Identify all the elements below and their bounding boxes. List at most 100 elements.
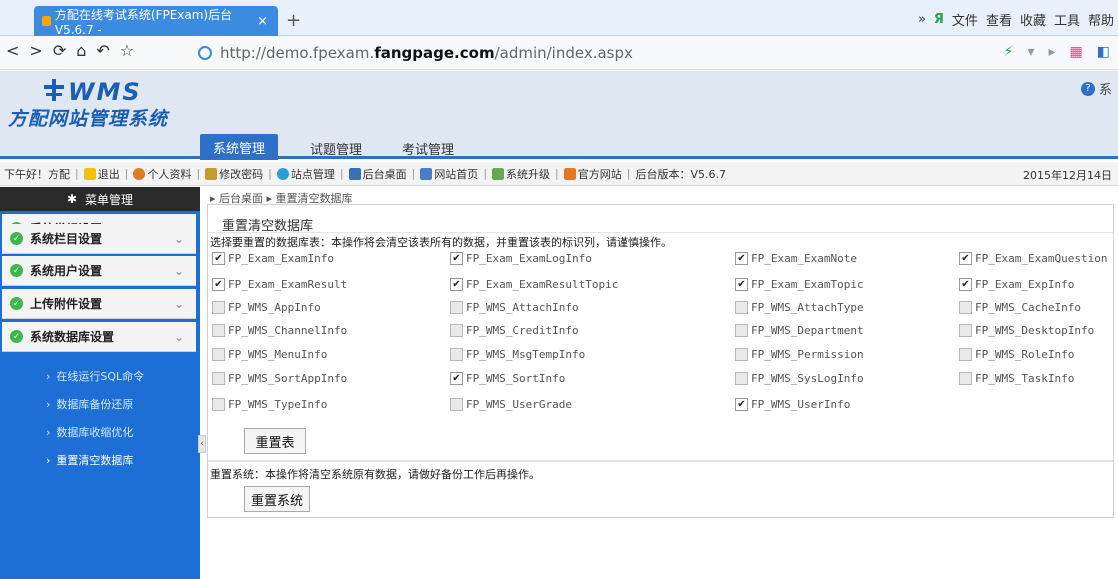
url-field[interactable]: http://demo.fpexam. fangpage.com/admin/in…	[198, 40, 978, 66]
tab-close-icon[interactable]: ×	[257, 14, 268, 29]
table-checkbox-item[interactable]: ✔ FP_Exam_ExamResultTopic	[450, 278, 618, 291]
checkbox[interactable]	[959, 372, 972, 385]
sidebar-section-users[interactable]: ✓ 系统用户设置 ⌄	[2, 256, 196, 286]
menu-tools[interactable]: 工具	[1054, 10, 1080, 29]
table-checkbox-item[interactable]: FP_WMS_DesktopInfo	[959, 324, 1094, 337]
reload-icon[interactable]: ⟳	[53, 41, 66, 60]
menu-help[interactable]: 帮助	[1088, 10, 1114, 29]
checkbox[interactable]	[450, 301, 463, 314]
table-checkbox-item[interactable]: FP_WMS_SortAppInfo	[212, 372, 347, 385]
table-checkbox-item[interactable]: ✔ FP_Exam_ExamTopic	[735, 278, 864, 291]
checkbox[interactable]	[735, 301, 748, 314]
table-checkbox-item[interactable]: ✔ FP_Exam_ExamLogInfo	[450, 252, 592, 265]
table-checkbox-item[interactable]: FP_WMS_CreditInfo	[450, 324, 579, 337]
sidebar-item-reset-db[interactable]: › 重置清空数据库	[46, 452, 133, 468]
tab-question-management[interactable]: 试题管理	[296, 136, 376, 160]
checkbox[interactable]	[959, 348, 972, 361]
new-tab-button[interactable]: +	[286, 10, 301, 31]
table-checkbox-item[interactable]: FP_WMS_Permission	[735, 348, 864, 361]
checkbox[interactable]	[212, 301, 225, 314]
checkbox[interactable]: ✔	[959, 252, 972, 265]
sidebar-item-shrink[interactable]: › 数据库收缩优化	[46, 424, 133, 440]
forward-icon[interactable]: >	[29, 41, 42, 60]
menu-view[interactable]: 查看	[986, 10, 1012, 29]
tab-system-management[interactable]: 系统管理	[200, 134, 278, 160]
checkbox[interactable]: ✔	[450, 278, 463, 291]
checkbox[interactable]: ✔	[450, 372, 463, 385]
table-checkbox-item[interactable]: ✔ FP_Exam_ExpInfo	[959, 278, 1074, 291]
checkbox[interactable]	[735, 324, 748, 337]
table-checkbox-item[interactable]: ✔ FP_WMS_UserInfo	[735, 398, 850, 411]
table-checkbox-item[interactable]: ✔ FP_WMS_SortInfo	[450, 372, 565, 385]
table-checkbox-item[interactable]: FP_WMS_TypeInfo	[212, 398, 327, 411]
checkbox[interactable]: ✔	[735, 252, 748, 265]
site-home-link[interactable]: 网站首页	[420, 166, 478, 182]
sidebar-section-database[interactable]: ✓ 系统数据库设置 ⌄	[2, 322, 196, 352]
menu-file[interactable]: 文件	[952, 10, 978, 29]
dropdown-icon[interactable]: ▾	[1027, 44, 1034, 60]
back-icon[interactable]: <	[6, 41, 19, 60]
sidebar-item-backup-restore[interactable]: › 数据库备份还原	[46, 396, 133, 412]
checkbox[interactable]	[212, 324, 225, 337]
home-icon[interactable]: ⌂	[76, 41, 86, 60]
table-checkbox-item[interactable]: ✔ FP_Exam_ExamResult	[212, 278, 347, 291]
undo-icon[interactable]: ↶	[96, 41, 109, 60]
menu-favorites[interactable]: 收藏	[1020, 10, 1046, 29]
profile-link[interactable]: 个人资料	[133, 166, 191, 182]
tab-exam-management[interactable]: 考试管理	[388, 136, 468, 160]
table-checkbox-item[interactable]: FP_WMS_AppInfo	[212, 301, 321, 314]
logout-link[interactable]: 退出	[83, 166, 120, 182]
checkbox[interactable]	[450, 324, 463, 337]
help-link[interactable]: ? 系	[1080, 79, 1112, 98]
official-site-link[interactable]: 官方网站	[563, 166, 622, 182]
checkbox[interactable]	[735, 348, 748, 361]
site-management-link[interactable]: 站点管理	[276, 166, 335, 182]
checkbox[interactable]: ✔	[735, 398, 748, 411]
table-checkbox-item[interactable]: FP_WMS_RoleInfo	[959, 348, 1074, 361]
lightning-icon[interactable]: ⚡	[1004, 44, 1014, 60]
sidebar-item-label: 数据库备份还原	[56, 398, 134, 411]
table-checkbox-item[interactable]: FP_WMS_SysLogInfo	[735, 372, 864, 385]
table-checkbox-item[interactable]: ✔ FP_Exam_ExamQuestion	[959, 252, 1107, 265]
checkbox[interactable]	[212, 398, 225, 411]
checkbox[interactable]: ✔	[212, 278, 225, 291]
play-icon[interactable]: ▸	[1049, 44, 1056, 60]
checkbox[interactable]	[959, 324, 972, 337]
checkbox[interactable]: ✔	[450, 252, 463, 265]
user-icon[interactable]: Я	[934, 12, 944, 27]
checkbox[interactable]	[450, 348, 463, 361]
system-upgrade-link[interactable]: 系统升级	[492, 166, 550, 182]
star-icon[interactable]: ☆	[120, 41, 134, 60]
reset-system-button[interactable]: 重置系统	[244, 486, 310, 512]
checkbox[interactable]	[212, 372, 225, 385]
extension-icon[interactable]: ◧	[1097, 44, 1110, 60]
sidebar-section-channel[interactable]: ✓ 系统栏目设置 ⌄	[2, 224, 196, 254]
table-checkbox-item[interactable]: FP_WMS_MsgTempInfo	[450, 348, 585, 361]
table-checkbox-item[interactable]: FP_WMS_Department	[735, 324, 864, 337]
checkbox[interactable]: ✔	[735, 278, 748, 291]
browser-tab[interactable]: 方配在线考试系统(FPExam)后台 V5.6.7 - ×	[34, 6, 278, 37]
table-checkbox-item[interactable]: ✔ FP_Exam_ExamNote	[735, 252, 857, 265]
table-checkbox-item[interactable]: FP_WMS_ChannelInfo	[212, 324, 347, 337]
table-checkbox-item[interactable]: FP_WMS_UserGrade	[450, 398, 572, 411]
table-checkbox-item[interactable]: ✔ FP_Exam_ExamInfo	[212, 252, 334, 265]
table-checkbox-item[interactable]: FP_WMS_TaskInfo	[959, 372, 1074, 385]
checkbox[interactable]: ✔	[212, 252, 225, 265]
table-checkbox-item[interactable]: FP_WMS_AttachInfo	[450, 301, 579, 314]
sidebar-section-attachments[interactable]: ✓ 上传附件设置 ⌄	[2, 289, 196, 319]
table-checkbox-item[interactable]: FP_WMS_CacheInfo	[959, 301, 1081, 314]
checkbox[interactable]: ✔	[959, 278, 972, 291]
table-checkbox-item[interactable]: FP_WMS_MenuInfo	[212, 348, 327, 361]
table-checkbox-item[interactable]: FP_WMS_AttachType	[735, 301, 864, 314]
admin-desktop-link[interactable]: 后台桌面	[348, 166, 407, 182]
checkbox[interactable]	[212, 348, 225, 361]
apps-icon[interactable]: ▦	[1070, 44, 1083, 60]
checkbox[interactable]	[735, 372, 748, 385]
double-chevron-icon[interactable]: »	[918, 12, 926, 27]
checkbox[interactable]	[450, 398, 463, 411]
sidebar-item-run-sql[interactable]: › 在线运行SQL命令	[46, 368, 144, 384]
checkbox[interactable]	[959, 301, 972, 314]
reset-table-button[interactable]: 重置表	[244, 428, 306, 454]
sidebar-collapse-handle[interactable]: ‹	[198, 435, 206, 453]
change-password-link[interactable]: 修改密码	[205, 166, 263, 182]
